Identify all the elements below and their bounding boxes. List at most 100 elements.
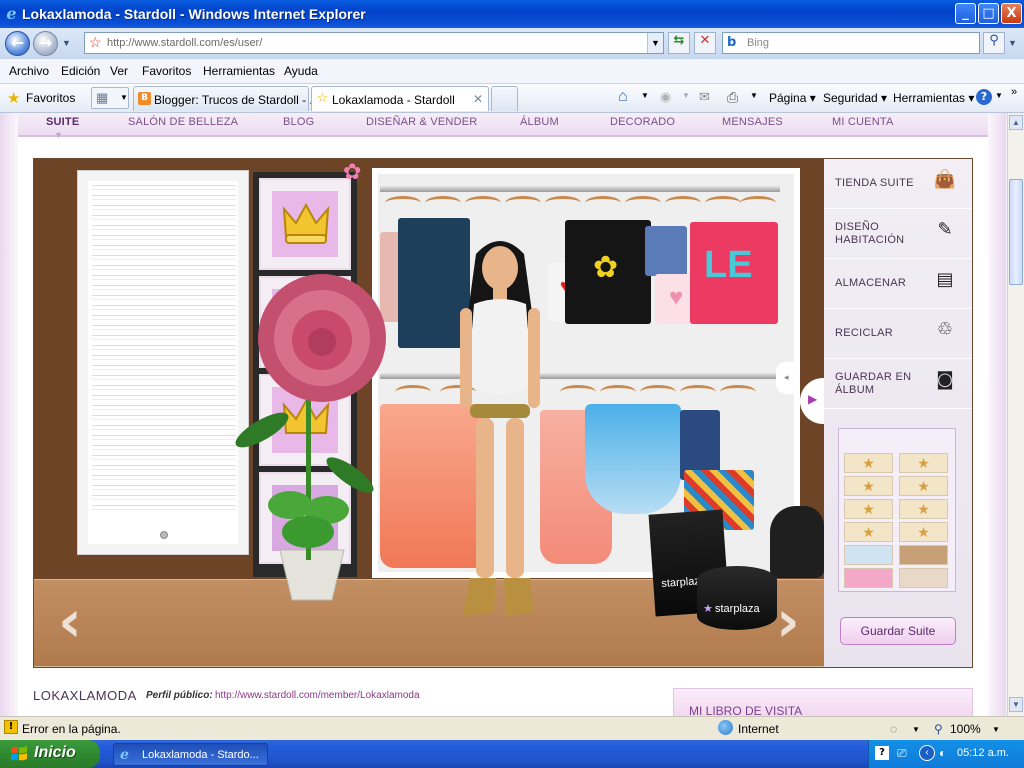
chevron-more-icon[interactable]: » [1011, 86, 1017, 98]
nav-mensajes[interactable]: MENSAJES [722, 116, 783, 128]
nav-album[interactable]: ÁLBUM [520, 116, 559, 128]
save-suite-button[interactable]: Guardar Suite [840, 617, 956, 645]
warning-icon[interactable]: ! [4, 720, 18, 734]
garment-le-tee[interactable]: LE [690, 222, 778, 324]
menu-edicion[interactable]: Edición [61, 64, 100, 78]
nav-disenar-vender[interactable]: DISEÑAR & VENDER [366, 116, 477, 128]
menu-ayuda[interactable]: Ayuda [284, 64, 318, 78]
suite-slot-star-icon[interactable]: ★ [899, 522, 948, 542]
forward-button[interactable]: → [33, 31, 58, 56]
garment-denim-shorts[interactable] [645, 226, 687, 276]
nav-mi-cuenta[interactable]: MI CUENTA [832, 116, 893, 128]
mail-icon[interactable]: ✉ [699, 89, 710, 105]
volume-tray-icon[interactable]: ◐ [939, 746, 946, 760]
taskbar-window-button[interactable]: e Lokaxlamoda - Stardo... [113, 743, 268, 766]
garment-blue-gown[interactable] [585, 404, 681, 514]
hatbox-brand: starplaza [715, 603, 760, 615]
starplaza-hatbox[interactable]: ★ starplaza [697, 566, 777, 630]
print-icon[interactable]: ⎙ [727, 89, 738, 106]
scroll-up-arrow-icon[interactable]: ▲ [1009, 115, 1023, 130]
zoom-level[interactable]: 100% [950, 722, 981, 736]
menu-almacenar[interactable]: ALMACENAR ▤ [824, 259, 972, 309]
tab-list-dropdown-icon[interactable]: ▼ [120, 93, 128, 102]
minimize-button[interactable]: _ [955, 3, 976, 24]
nav-blog[interactable]: BLOG [283, 116, 314, 128]
search-icon[interactable]: ⚲ [983, 32, 1005, 54]
page-menu[interactable]: Página ▾ [769, 91, 816, 105]
search-options-dropdown-icon[interactable]: ▼ [1008, 38, 1017, 48]
maximize-button[interactable]: □ [978, 3, 999, 24]
avatar-doll[interactable] [440, 232, 560, 620]
menu-label: GUARDAR EN ÁLBUM [835, 371, 912, 396]
start-button[interactable]: Inicio [0, 740, 100, 768]
help-icon[interactable]: ? [976, 89, 992, 105]
tab-label: Lokaxlamoda - Stardoll [332, 93, 455, 107]
site-nav: SUITE SALÓN DE BELLEZA BLOG DISEÑAR & VE… [18, 113, 988, 140]
shutter-door[interactable] [77, 170, 249, 555]
protected-mode-dropdown-icon[interactable]: ▼ [912, 725, 920, 734]
suite-slot-star-icon[interactable]: ★ [899, 476, 948, 496]
suite-slot-star-icon[interactable]: ★ [844, 476, 893, 496]
elephant-statue[interactable] [770, 506, 824, 578]
suite-slot-thumbnail[interactable] [899, 568, 948, 588]
new-tab-button[interactable] [491, 86, 518, 111]
menu-favoritos[interactable]: Favoritos [142, 64, 191, 78]
rss-feed-icon[interactable]: ◉ [660, 89, 671, 105]
suite-slot-star-icon[interactable]: ★ [844, 499, 893, 519]
suite-slot-star-icon[interactable]: ★ [844, 453, 893, 473]
hanger [720, 385, 756, 399]
address-input[interactable]: ☆ http://www.stardoll.com/es/user/ ▼ [84, 32, 664, 54]
suite-slot-star-icon[interactable]: ★ [899, 453, 948, 473]
menu-archivo[interactable]: Archivo [9, 64, 49, 78]
prev-arrow-icon[interactable]: ‹ [48, 592, 92, 650]
menu-diseno-habitacion[interactable]: DISEÑO HABITACIÓN ✎ [824, 209, 972, 259]
security-menu[interactable]: Seguridad ▾ [823, 91, 887, 105]
menu-reciclar[interactable]: RECICLAR ♲ [824, 309, 972, 359]
suite-slot-thumbnail[interactable] [844, 545, 893, 565]
stop-button[interactable]: ✕ [694, 32, 716, 54]
refresh-button[interactable]: ⇆ [668, 32, 690, 54]
quick-tabs-button[interactable]: ▦ ▼ [91, 87, 129, 109]
public-profile-link[interactable]: http://www.stardoll.com/member/Lokaxlamo… [215, 690, 420, 701]
tab-stardoll[interactable]: ☆ Lokaxlamoda - Stardoll ✕ [311, 86, 489, 111]
close-button[interactable]: X [1001, 3, 1022, 24]
home-icon[interactable]: ⌂ [618, 88, 628, 106]
nav-salon-belleza[interactable]: SALÓN DE BELLEZA [128, 116, 238, 128]
rose-plant[interactable] [232, 270, 412, 615]
suite-slot-thumbnail[interactable] [844, 568, 893, 588]
favorites-button[interactable]: Favoritos [26, 91, 75, 105]
menu-ver[interactable]: Ver [110, 64, 128, 78]
tab-blogger[interactable]: B Blogger: Trucos de Stardoll - ... [133, 86, 319, 111]
recent-pages-dropdown-icon[interactable]: ▼ [62, 38, 71, 48]
garment-black-tee[interactable]: ✿ [565, 220, 651, 324]
suite-slot-thumbnail[interactable] [899, 545, 948, 565]
suite-slot-star-icon[interactable]: ★ [899, 499, 948, 519]
address-dropdown-icon[interactable]: ▼ [647, 33, 663, 53]
favorites-star-icon[interactable]: ★ [7, 89, 20, 107]
print-dropdown-icon[interactable]: ▼ [750, 91, 758, 100]
vertical-scrollbar[interactable]: ▲ ▼ [1007, 113, 1024, 716]
menu-herramientas[interactable]: Herramientas [203, 64, 275, 78]
suite-slot-star-icon[interactable]: ★ [844, 522, 893, 542]
close-tab-icon[interactable]: ✕ [473, 92, 483, 106]
scroll-down-arrow-icon[interactable]: ▼ [1009, 697, 1023, 712]
help-dropdown-icon[interactable]: ▼ [995, 91, 1003, 100]
panel-collapse-handle[interactable]: ◂ [776, 362, 796, 394]
menu-guardar-album[interactable]: GUARDAR EN ÁLBUM ◙ [824, 359, 972, 409]
nav-suite[interactable]: SUITE [46, 116, 79, 128]
help-tray-icon[interactable]: ? [875, 746, 889, 760]
feed-dropdown-icon[interactable]: ▼ [682, 91, 690, 100]
back-button[interactable]: ← [5, 31, 30, 56]
nav-decorado[interactable]: DECORADO [610, 116, 675, 128]
zoom-dropdown-icon[interactable]: ▼ [992, 725, 1000, 734]
scroll-thumb[interactable] [1009, 179, 1023, 285]
tools-menu[interactable]: Herramientas ▾ [893, 91, 974, 105]
home-dropdown-icon[interactable]: ▼ [641, 91, 649, 100]
menu-tienda-suite[interactable]: TIENDA SUITE 👜 [824, 159, 972, 209]
next-arrow-icon[interactable]: › [766, 592, 810, 650]
tray-expand-icon[interactable]: ‹ [919, 745, 935, 761]
search-input[interactable]: b Bing [722, 32, 980, 54]
status-message[interactable]: Error en la página. [22, 722, 121, 736]
network-tray-icon[interactable]: ⎚ [897, 746, 907, 761]
protected-mode-icon[interactable]: ◌ [890, 722, 897, 736]
